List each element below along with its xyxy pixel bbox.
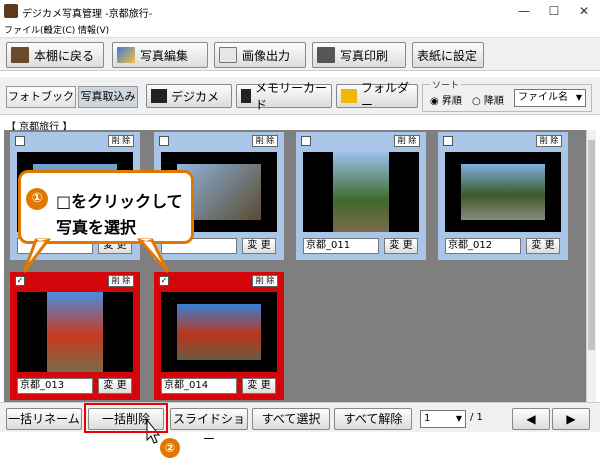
callout-text-line-1: □をクリックして (56, 192, 183, 211)
callout-text-line-2: 写真を選択 (56, 218, 137, 237)
pointer-to-checkbox-14 (136, 238, 170, 273)
step-1-badge: ① (26, 188, 48, 210)
pointer-to-checkbox-13 (22, 238, 51, 273)
bulk-delete-highlight (84, 403, 168, 433)
step-2-badge: ② (160, 438, 180, 458)
